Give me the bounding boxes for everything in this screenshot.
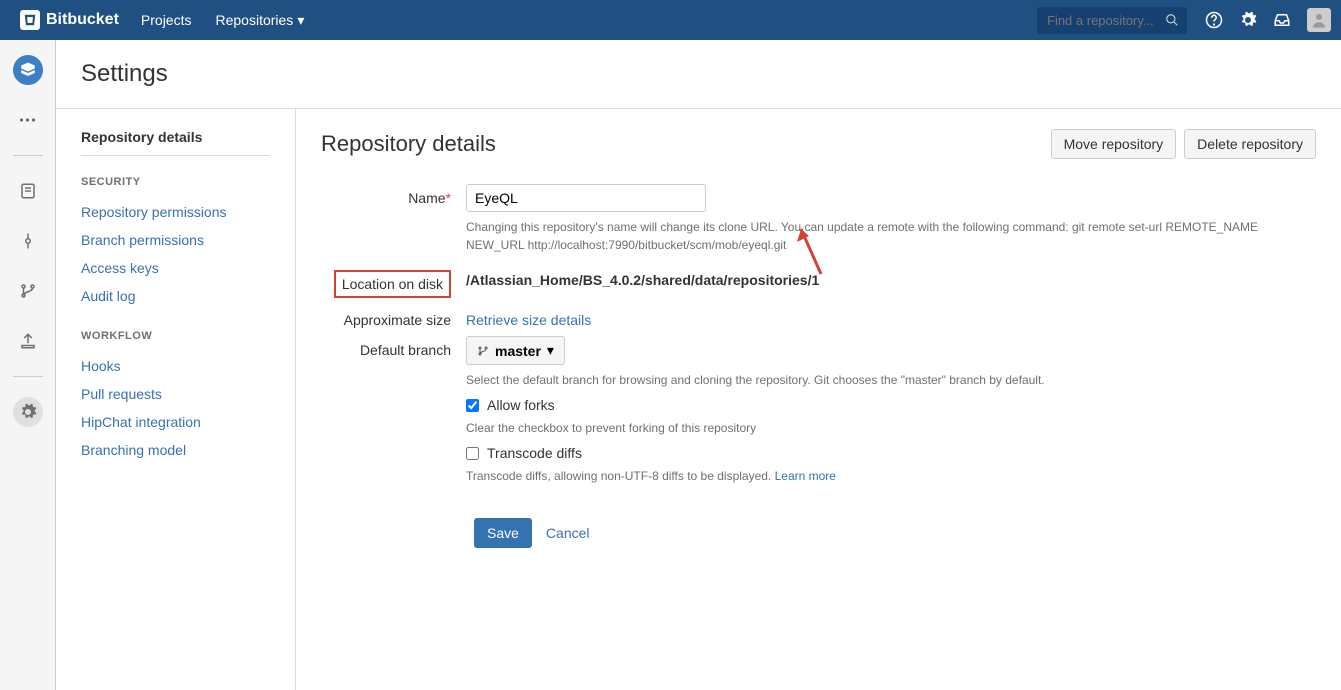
default-branch-dropdown[interactable]: master ▾ xyxy=(466,336,565,365)
left-rail: ⋯ xyxy=(0,40,56,690)
delete-repository-button[interactable]: Delete repository xyxy=(1184,129,1316,159)
name-label: Name* xyxy=(321,184,466,206)
sidebar-audit-log[interactable]: Audit log xyxy=(81,282,270,310)
rail-upload-icon[interactable] xyxy=(13,326,43,356)
sidebar-hooks[interactable]: Hooks xyxy=(81,352,270,380)
sidebar-repo-permissions[interactable]: Repository permissions xyxy=(81,198,270,226)
rail-repo-icon[interactable] xyxy=(13,55,43,85)
sidebar-current[interactable]: Repository details xyxy=(81,129,270,145)
nav-projects[interactable]: Projects xyxy=(129,12,204,28)
name-input[interactable] xyxy=(466,184,706,212)
rail-branches-icon[interactable] xyxy=(13,276,43,306)
retrieve-size-link[interactable]: Retrieve size details xyxy=(466,312,591,328)
page-title: Settings xyxy=(56,40,1341,109)
move-repository-button[interactable]: Move repository xyxy=(1051,129,1177,159)
branch-icon xyxy=(477,345,489,357)
bitbucket-icon xyxy=(20,10,40,30)
sidebar-branching-model[interactable]: Branching model xyxy=(81,436,270,464)
section-title: Repository details xyxy=(321,131,496,157)
main-panel: Repository details Move repository Delet… xyxy=(296,109,1341,690)
brand-logo[interactable]: Bitbucket xyxy=(10,10,129,30)
transcode-help: Transcode diffs, allowing non-UTF-8 diff… xyxy=(466,467,1316,485)
sidebar-access-keys[interactable]: Access keys xyxy=(81,254,270,282)
location-label: Location on disk xyxy=(334,270,451,298)
branch-help-text: Select the default branch for browsing a… xyxy=(466,371,1316,389)
gear-icon[interactable] xyxy=(1231,11,1265,29)
size-label: Approximate size xyxy=(321,306,466,328)
name-help-text: Changing this repository's name will cha… xyxy=(466,218,1316,254)
nav-repositories[interactable]: Repositories ▾ xyxy=(203,12,316,29)
rail-commits-icon[interactable] xyxy=(13,226,43,256)
transcode-diffs-checkbox[interactable] xyxy=(466,447,479,460)
allow-forks-checkbox[interactable] xyxy=(466,399,479,412)
sidebar-security-label: SECURITY xyxy=(81,176,270,188)
chevron-down-icon: ▾ xyxy=(297,12,304,29)
sidebar-hipchat[interactable]: HipChat integration xyxy=(81,408,270,436)
settings-sidebar: Repository details SECURITY Repository p… xyxy=(56,109,296,690)
save-button[interactable]: Save xyxy=(474,518,532,548)
user-avatar[interactable] xyxy=(1307,8,1331,32)
brand-name: Bitbucket xyxy=(46,11,119,29)
chevron-down-icon: ▾ xyxy=(547,342,554,359)
cancel-link[interactable]: Cancel xyxy=(546,525,590,541)
allow-forks-help: Clear the checkbox to prevent forking of… xyxy=(466,419,1316,437)
sidebar-workflow-label: WORKFLOW xyxy=(81,330,270,342)
rail-source-icon[interactable] xyxy=(13,176,43,206)
transcode-label: Transcode diffs xyxy=(487,445,582,461)
rail-settings-icon[interactable] xyxy=(13,397,43,427)
inbox-icon[interactable] xyxy=(1265,11,1299,29)
search-wrap xyxy=(1037,7,1187,34)
divider xyxy=(81,155,270,156)
search-icon[interactable] xyxy=(1165,13,1179,27)
location-value: /Atlassian_Home/BS_4.0.2/shared/data/rep… xyxy=(466,272,819,288)
rail-more-icon[interactable]: ⋯ xyxy=(13,105,43,135)
sidebar-pull-requests[interactable]: Pull requests xyxy=(81,380,270,408)
learn-more-link[interactable]: Learn more xyxy=(775,469,836,483)
help-icon[interactable] xyxy=(1197,11,1231,29)
sidebar-branch-permissions[interactable]: Branch permissions xyxy=(81,226,270,254)
branch-label: Default branch xyxy=(321,336,466,358)
global-header: Bitbucket Projects Repositories ▾ xyxy=(0,0,1341,40)
allow-forks-label: Allow forks xyxy=(487,397,555,413)
